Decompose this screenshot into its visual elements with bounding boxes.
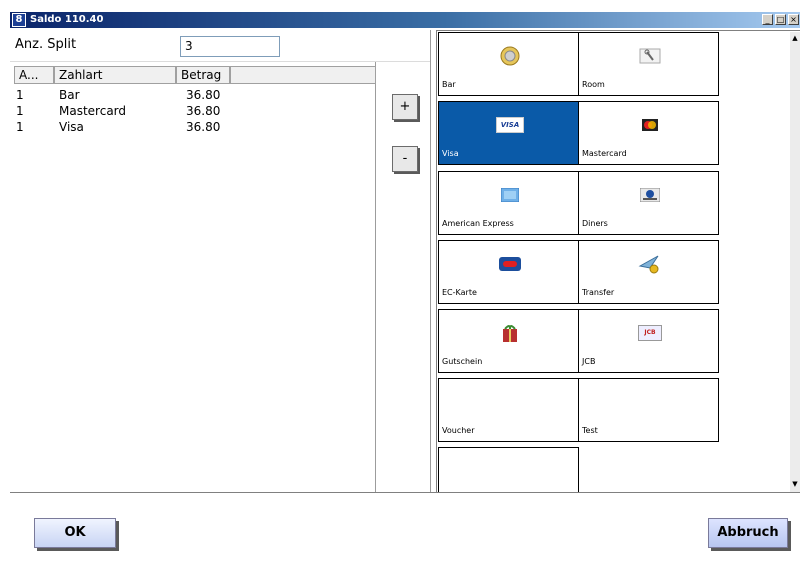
cell-payment-type: Mastercard: [59, 104, 127, 118]
payment-tile-label: EC-Karte: [442, 288, 477, 297]
payment-tile-label: Bar: [442, 80, 456, 89]
ok-button[interactable]: OK: [34, 518, 116, 548]
payment-tile-label: Visa: [442, 149, 459, 158]
payment-tile-label: Diners: [582, 219, 608, 228]
payment-tile-label: Mastercard: [582, 149, 627, 158]
payment-tile-bar[interactable]: Bar: [438, 32, 579, 96]
payment-tile-gutschein[interactable]: Gutschein: [438, 309, 579, 373]
mastercard-icon: [635, 116, 665, 134]
app-icon: 8: [12, 13, 26, 27]
cell-payment-type: Bar: [59, 88, 80, 102]
cell-amount: 36.80: [186, 120, 221, 134]
payment-tile-label: Gutschein: [442, 357, 483, 366]
cell-payment-type: Visa: [59, 120, 84, 134]
amex-card-icon: [495, 186, 525, 204]
vertical-scrollbar[interactable]: [790, 32, 800, 492]
payment-tile-voucher[interactable]: Voucher: [438, 378, 579, 442]
divider: [430, 30, 431, 492]
split-count-input[interactable]: 3: [180, 36, 280, 57]
title-bar: 8 Saldo 110.40 _ □ ×: [10, 12, 800, 28]
payment-tile-label: Test: [582, 426, 598, 435]
window-title: Saldo 110.40: [30, 14, 104, 25]
payment-tile-american-express[interactable]: American Express: [438, 171, 579, 235]
payment-tile-room[interactable]: Room: [578, 32, 719, 96]
minimize-icon[interactable]: _: [762, 14, 773, 25]
payment-tile-visa[interactable]: VISA Visa: [438, 101, 579, 165]
payment-tile-jcb[interactable]: JCB JCB: [578, 309, 719, 373]
cell-count: 1: [16, 88, 24, 102]
ec-card-icon: [495, 255, 525, 273]
column-header-filler: [230, 66, 376, 84]
payment-tile-label: JCB: [582, 357, 596, 366]
payment-tile-diners[interactable]: Diners: [578, 171, 719, 235]
payment-tile-transfer[interactable]: Transfer: [578, 240, 719, 304]
cell-count: 1: [16, 104, 24, 118]
close-icon[interactable]: ×: [788, 14, 799, 25]
gift-icon: [495, 324, 525, 342]
jcb-card-icon: JCB: [635, 324, 665, 342]
payment-tile-mastercard[interactable]: Mastercard: [578, 101, 719, 165]
split-count-label: Anz. Split: [15, 37, 77, 52]
column-header-amount[interactable]: Betrag: [176, 66, 230, 84]
key-icon: [635, 47, 665, 65]
cell-amount: 36.80: [186, 104, 221, 118]
visa-icon-text: VISA: [496, 117, 524, 133]
scroll-up-icon[interactable]: ▲: [790, 32, 800, 44]
payment-tile-label: Transfer: [582, 288, 615, 297]
payment-tile-label: Room: [582, 80, 605, 89]
scroll-down-icon[interactable]: ▼: [790, 478, 800, 490]
remove-split-button[interactable]: -: [392, 146, 418, 172]
payment-tile-test[interactable]: Test: [578, 378, 719, 442]
transfer-icon: [635, 255, 665, 274]
column-header-payment-type[interactable]: Zahlart: [54, 66, 176, 84]
diners-card-icon: [635, 186, 665, 204]
maximize-icon[interactable]: □: [775, 14, 786, 25]
add-split-button[interactable]: +: [392, 94, 418, 120]
payment-tile-label: American Express: [442, 219, 514, 228]
cancel-button[interactable]: Abbruch: [708, 518, 788, 548]
cell-amount: 36.80: [186, 88, 221, 102]
jcb-icon-text: JCB: [638, 325, 662, 341]
column-header-count[interactable]: A...: [14, 66, 54, 84]
payment-tile-label: Voucher: [442, 426, 475, 435]
payment-tile-empty[interactable]: [438, 447, 579, 492]
visa-card-icon: VISA: [495, 116, 525, 134]
payment-tile-ec-karte[interactable]: EC-Karte: [438, 240, 579, 304]
divider: [10, 492, 800, 493]
cell-count: 1: [16, 120, 24, 134]
coin-icon: [495, 46, 525, 66]
